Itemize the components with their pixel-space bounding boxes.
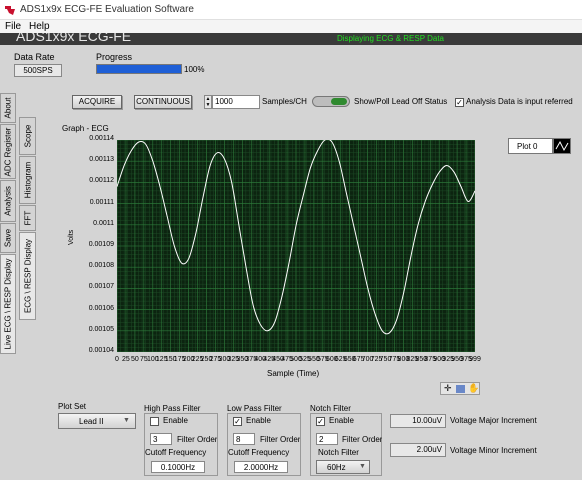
notch-title: Notch Filter [310,404,351,413]
y-tick-label: 0.00113 [89,156,114,164]
hpf-cutoff-label: Cutoff Frequency [145,448,207,457]
tab-about[interactable]: About [0,93,16,123]
lpf-cutoff-input[interactable]: 2.0000Hz [234,461,288,473]
voltage-minor-label: Voltage Minor Increment [450,446,537,455]
crosshair-icon[interactable]: ✛ [444,383,452,394]
hpf-title: High Pass Filter [144,404,201,413]
continuous-button[interactable]: CONTINUOUS [134,95,192,109]
y-tick-label: 0.00114 [89,135,114,142]
tab-scope[interactable]: Scope [19,117,36,155]
pan-icon[interactable]: ✋ [468,383,479,394]
data-rate-value: 500SPS [14,64,62,77]
samples-input[interactable]: 1000 [212,95,260,109]
tab-histogram[interactable]: Histogram [19,156,36,204]
y-tick-label: 0.00106 [88,304,114,312]
lpf-order-input[interactable]: 8 [233,433,255,445]
lpf-cutoff-label: Cutoff Frequency [228,448,290,457]
notch-enable-label: Enable [329,416,354,425]
progress-bar [96,64,182,74]
chevron-down-icon: ▼ [359,463,366,470]
window-title: ADS1x9x ECG-FE Evaluation Software [20,4,194,15]
show-poll-label: Show/Poll Lead Off Status [354,97,448,106]
lpf-order-label: Filter Order [260,435,300,444]
tab-fft[interactable]: FFT [19,205,36,231]
voltage-major-value[interactable]: 10.00uV [390,414,446,428]
hpf-order-label: Filter Order [177,435,217,444]
graph-palette: ✛ ✋ [440,382,480,395]
tab-analysis[interactable]: Analysis [0,180,16,222]
menu-help[interactable]: Help [29,21,50,32]
graph-title: Graph - ECG [62,124,109,133]
notch-filter-label: Notch Filter [318,448,359,457]
hpf-enable-checkbox[interactable] [150,417,159,426]
y-tick-label: 0.00104 [88,347,114,354]
samples-stepper[interactable]: ▲ ▼ [204,95,212,109]
plot-set-label: Plot Set [58,402,87,411]
y-tick-label: 0.00105 [88,325,114,333]
tab-save[interactable]: Save [0,223,16,253]
hpf-enable-label: Enable [163,416,188,425]
app-banner: ADS1x9x ECG-FE Displaying ECG & RESP Dat… [0,33,582,45]
plot-legend[interactable]: Plot 0 [508,138,553,154]
progress-text: 100% [184,65,205,74]
progress-fill [97,65,181,73]
tab-live-ecg-resp-display[interactable]: Live ECG \ RESP Display [0,254,16,354]
notch-order-input[interactable]: 2 [316,433,338,445]
plot-legend-swatch [553,138,571,154]
analysis-input-referred-checkbox[interactable]: ✓ [455,98,464,107]
title-bar: ADS1x9x ECG-FE Evaluation Software [0,0,582,20]
tab-adc-register[interactable]: ADC Register [0,124,16,179]
status-text: Displaying ECG & RESP Data [337,34,445,43]
toggle-indicator [331,98,347,105]
hpf-cutoff-input[interactable]: 0.1000Hz [151,461,205,473]
ti-logo-icon [5,6,15,15]
notch-order-label: Filter Order [342,435,382,444]
hpf-order-input[interactable]: 3 [150,433,172,445]
plot-set-value: Lead II [79,417,104,426]
y-tick-label: 0.00112 [89,177,114,185]
inner-tab-strip: Scope Histogram FFT ECG \ RESP Display [18,114,36,480]
plot-legend-label: Plot 0 [517,142,538,151]
x-axis-label: Sample (Time) [267,369,320,378]
lpf-enable-checkbox[interactable]: ✓ [233,417,242,426]
lpf-title: Low Pass Filter [227,404,282,413]
outer-tab-strip: About ADC Register Analysis Save Live EC… [0,90,16,480]
lpf-enable-label: Enable [246,416,271,425]
progress-label: Progress [96,52,133,62]
zoom-icon[interactable] [456,385,465,393]
menu-file[interactable]: File [5,21,21,32]
notch-frequency-dropdown[interactable]: 60Hz ▼ [316,460,370,474]
y-tick-label: 0.0011 [93,219,114,227]
y-tick-label: 0.00107 [88,283,114,291]
ecg-chart [116,138,476,353]
voltage-major-label: Voltage Major Increment [450,416,537,425]
analysis-input-referred-label: Analysis Data is input referred [466,97,573,106]
voltage-minor-value[interactable]: 2.00uV [390,443,446,457]
x-tick-label: 999 [469,356,481,363]
y-tick-label: 0.00111 [89,198,114,206]
data-rate-label: Data Rate [14,52,55,62]
notch-frequency-value: 60Hz [327,463,346,472]
app-name: ADS1x9x ECG-FE [16,33,132,44]
y-tick-label: 0.00108 [88,262,114,270]
tab-ecg-resp-display[interactable]: ECG \ RESP Display [19,232,36,320]
samples-label: Samples/CH [262,97,307,106]
app-window: ADS1x9x ECG-FE Evaluation Software File … [0,0,582,480]
acquire-button[interactable]: ACQUIRE [72,95,122,109]
plot-set-dropdown[interactable]: Lead II ▼ [58,413,136,429]
menu-bar: File Help [0,20,582,33]
y-tick-label: 0.00109 [88,241,114,248]
chevron-down-icon: ▼ [123,417,130,424]
lead-off-toggle[interactable] [312,96,350,107]
notch-enable-checkbox[interactable]: ✓ [316,417,325,426]
ecg-plot-area[interactable] [116,138,476,353]
